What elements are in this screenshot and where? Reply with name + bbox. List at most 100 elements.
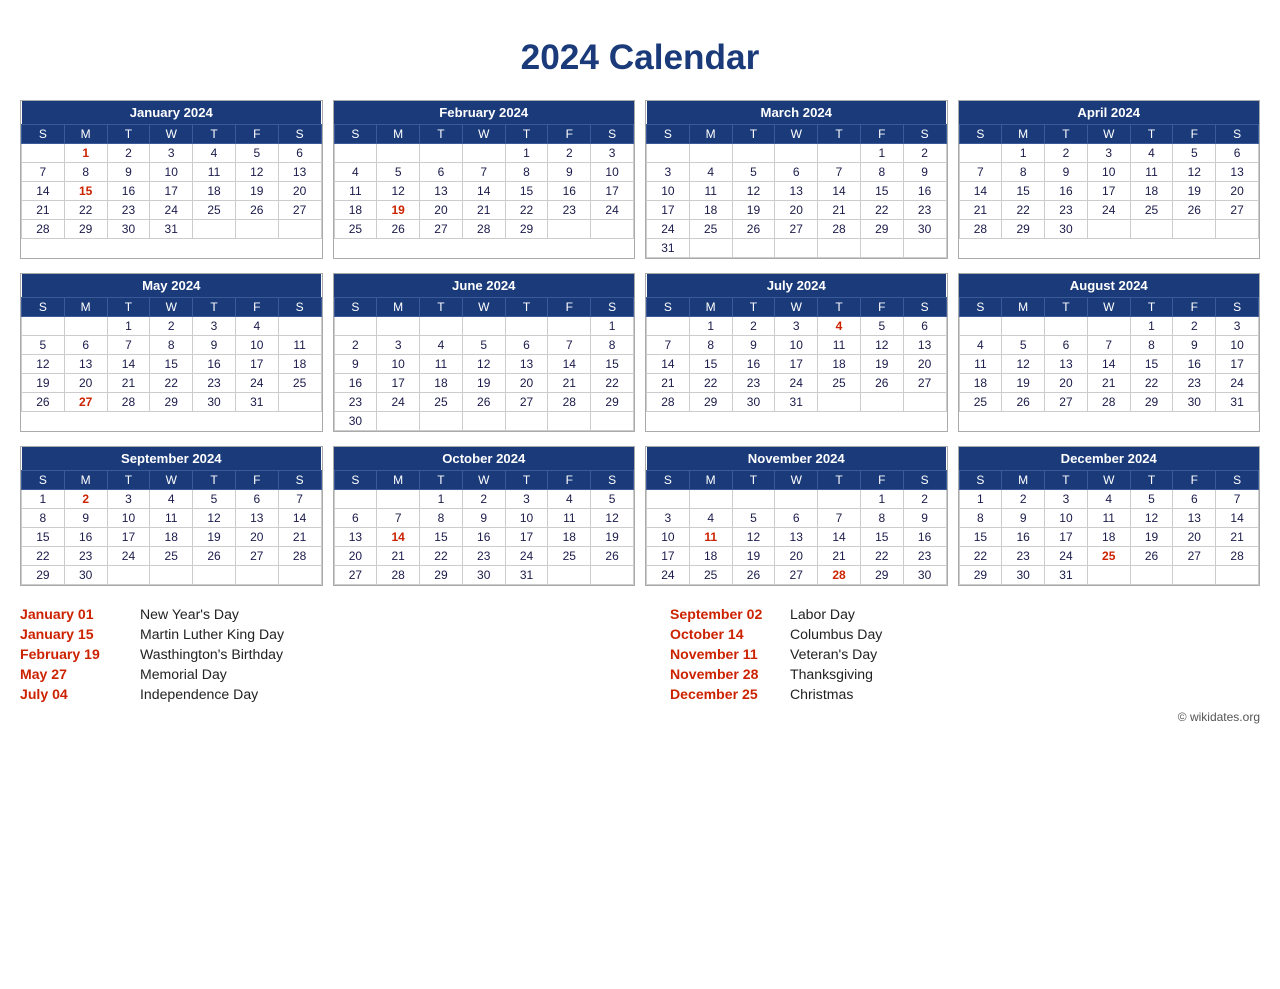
- calendar-day: 19: [1130, 528, 1173, 547]
- calendar-day: [689, 239, 732, 258]
- calendar-day: 22: [1002, 201, 1045, 220]
- weekday-header: F: [548, 298, 591, 317]
- calendar-day: 14: [1087, 355, 1130, 374]
- calendar-day: 26: [1002, 393, 1045, 412]
- calendar-day: 28: [107, 393, 150, 412]
- weekday-header: W: [1087, 471, 1130, 490]
- calendar-day: 17: [377, 374, 420, 393]
- calendar-day: 6: [64, 336, 107, 355]
- calendar-day: 1: [860, 144, 903, 163]
- calendar-day: 11: [689, 528, 732, 547]
- calendar-day: 17: [647, 547, 690, 566]
- month-header: January 2024: [22, 101, 322, 125]
- calendar-day: 15: [64, 182, 107, 201]
- calendar-day: 23: [732, 374, 775, 393]
- calendar-day: 21: [818, 547, 861, 566]
- weekday-header: T: [1045, 298, 1088, 317]
- calendar-day: 19: [591, 528, 634, 547]
- calendar-day: [1045, 317, 1088, 336]
- holiday-date: February 19: [20, 646, 130, 662]
- calendar-day: 25: [818, 374, 861, 393]
- calendar-day: 1: [959, 490, 1002, 509]
- holiday-row: July 04Independence Day: [20, 684, 610, 704]
- calendar-day: 28: [462, 220, 505, 239]
- calendar-day: 25: [278, 374, 321, 393]
- calendar-day: 12: [462, 355, 505, 374]
- calendar-day: 29: [64, 220, 107, 239]
- calendar-day: 28: [22, 220, 65, 239]
- calendar-day: [235, 220, 278, 239]
- calendar-day: 20: [334, 547, 377, 566]
- calendar-day: 2: [903, 490, 946, 509]
- calendar-day: [732, 490, 775, 509]
- calendar-day: 2: [1173, 317, 1216, 336]
- calendar-day: 13: [334, 528, 377, 547]
- weekday-header: S: [1216, 125, 1259, 144]
- weekday-header: F: [1173, 125, 1216, 144]
- weekday-header: S: [334, 298, 377, 317]
- holiday-date: January 15: [20, 626, 130, 642]
- calendar-day: 31: [1045, 566, 1088, 585]
- weekday-header: T: [732, 471, 775, 490]
- calendar-day: 24: [107, 547, 150, 566]
- holiday-row: October 14Columbus Day: [670, 624, 1260, 644]
- calendar-day: [818, 144, 861, 163]
- calendar-day: 10: [505, 509, 548, 528]
- holiday-row: February 19Wasthington's Birthday: [20, 644, 610, 664]
- calendar-day: 25: [1087, 547, 1130, 566]
- weekday-header: W: [775, 298, 818, 317]
- calendar-day: [860, 393, 903, 412]
- calendar-day: 22: [860, 201, 903, 220]
- calendar-day: 1: [1002, 144, 1045, 163]
- calendar-day: 31: [1216, 393, 1259, 412]
- calendar-day: [1173, 566, 1216, 585]
- calendar-day: 17: [505, 528, 548, 547]
- calendar-day: 13: [505, 355, 548, 374]
- calendar-day: 30: [334, 412, 377, 431]
- weekday-header: W: [775, 125, 818, 144]
- weekday-header: T: [505, 298, 548, 317]
- holiday-row: December 25Christmas: [670, 684, 1260, 704]
- weekday-header: W: [150, 471, 193, 490]
- calendar-day: 18: [689, 547, 732, 566]
- weekday-header: T: [505, 471, 548, 490]
- calendar-day: 6: [775, 163, 818, 182]
- calendar-day: [334, 144, 377, 163]
- calendar-day: 2: [732, 317, 775, 336]
- calendar-day: 13: [420, 182, 463, 201]
- calendar-day: 7: [647, 336, 690, 355]
- calendar-day: 3: [377, 336, 420, 355]
- calendar-day: [818, 239, 861, 258]
- calendar-day: [548, 566, 591, 585]
- weekday-header: M: [377, 298, 420, 317]
- calendar-day: 3: [647, 163, 690, 182]
- holiday-row: January 15Martin Luther King Day: [20, 624, 610, 644]
- calendar-day: 28: [1216, 547, 1259, 566]
- calendar-day: 1: [505, 144, 548, 163]
- weekday-header: W: [150, 125, 193, 144]
- calendar-day: 5: [235, 144, 278, 163]
- calendar-day: 13: [1045, 355, 1088, 374]
- calendar-day: 18: [689, 201, 732, 220]
- calendar-day: 22: [150, 374, 193, 393]
- calendar-day: 10: [1216, 336, 1259, 355]
- calendar-day: 27: [278, 201, 321, 220]
- month-block: September 2024SMTWTFS1234567891011121314…: [20, 446, 323, 586]
- calendar-day: 5: [1002, 336, 1045, 355]
- weekday-header: S: [278, 471, 321, 490]
- calendar-day: 14: [818, 182, 861, 201]
- calendar-day: 15: [1130, 355, 1173, 374]
- calendar-day: 4: [959, 336, 1002, 355]
- calendar-day: 12: [235, 163, 278, 182]
- calendar-day: 8: [591, 336, 634, 355]
- calendar-day: 16: [1173, 355, 1216, 374]
- weekday-header: W: [462, 298, 505, 317]
- month-header: March 2024: [647, 101, 947, 125]
- weekday-header: M: [689, 298, 732, 317]
- calendar-day: 11: [334, 182, 377, 201]
- calendar-day: 6: [235, 490, 278, 509]
- calendar-day: 27: [775, 220, 818, 239]
- calendar-day: 3: [150, 144, 193, 163]
- weekday-header: M: [1002, 298, 1045, 317]
- weekday-header: T: [107, 125, 150, 144]
